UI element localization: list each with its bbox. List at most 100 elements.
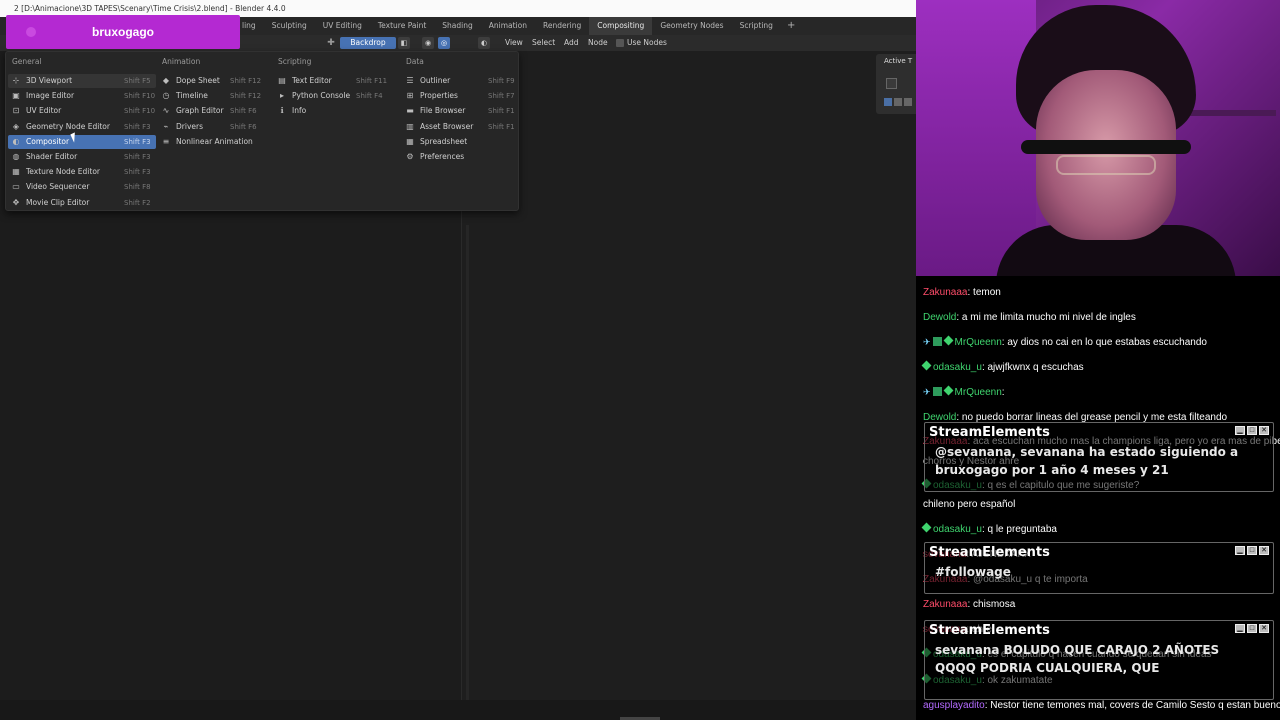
menu-item-graph-editor[interactable]: ∿ Graph Editor Shift F6: [158, 104, 270, 118]
menu-item-info[interactable]: ℹ Info: [274, 104, 396, 118]
maximize-icon[interactable]: □: [1247, 426, 1257, 435]
menu-column-heading: Scripting: [278, 57, 312, 66]
dope-sheet-icon: ◆: [162, 76, 170, 85]
menu-item-movie-clip-editor[interactable]: ✥ Movie Clip Editor Shift F2: [8, 196, 156, 210]
close-icon[interactable]: ✕: [1259, 426, 1269, 435]
workspace-tab-uv-editing[interactable]: UV Editing: [315, 17, 370, 35]
compositor-icon: ◐: [12, 136, 20, 146]
menu-item-geometry-node-editor[interactable]: ◈ Geometry Node Editor Shift F3: [8, 120, 156, 134]
menu-item-label: Drivers: [176, 121, 203, 131]
menu-column-heading: Animation: [162, 57, 201, 66]
workspace-tabs: ling Sculpting UV Editing Texture Paint Shad…: [234, 17, 801, 35]
menu-item-dope-sheet[interactable]: ◆ Dope Sheet Shift F12: [158, 74, 270, 88]
pin-icon[interactable]: ✚: [325, 37, 337, 49]
sub-badge-icon: [921, 360, 932, 371]
menu-item-outliner[interactable]: ☰ Outliner Shift F9: [402, 74, 520, 88]
sub-badge-icon: [943, 335, 953, 346]
text-editor-icon: ▤: [278, 76, 286, 85]
spreadsheet-icon: ▦: [406, 136, 414, 146]
sidebar-mode-icon-3[interactable]: [904, 98, 912, 106]
chat-username[interactable]: Dewold: [923, 312, 956, 323]
add-workspace-button[interactable]: +: [781, 17, 801, 35]
menu-item-nonlinear-animation[interactable]: ≡ Nonlinear Animation: [158, 135, 270, 149]
select-menu[interactable]: Select: [532, 37, 555, 49]
sidebar-mode-icon-2[interactable]: [894, 98, 902, 106]
menu-item-3d-viewport[interactable]: ⊹ 3D Viewport Shift F5: [8, 74, 156, 88]
chat-text: : a mi me limita mucho mi nivel de ingle…: [956, 312, 1136, 323]
chat-username[interactable]: agusplayadito: [923, 700, 985, 711]
nla-icon: ≡: [162, 136, 170, 146]
menu-item-python-console[interactable]: ▸ Python Console Shift F4: [274, 89, 396, 103]
vip-badge-icon: [932, 387, 942, 396]
workspace-tab-texture-paint[interactable]: Texture Paint: [370, 17, 434, 35]
sidebar-mode-icon[interactable]: [884, 98, 892, 106]
workspace-tab-compositing[interactable]: Compositing: [589, 17, 653, 35]
workspace-tab-scripting[interactable]: Scripting: [732, 17, 781, 35]
chat-message: ✈ MrQueenn: ay dios no cai en lo que esta…: [923, 335, 1207, 348]
chat-message: Dewold: a mi me limita mucho mi nivel de…: [923, 312, 1136, 323]
close-icon[interactable]: ✕: [1259, 624, 1269, 633]
sidebar-panel[interactable]: Active T: [876, 54, 916, 114]
add-menu[interactable]: Add: [564, 37, 579, 49]
menu-item-image-editor[interactable]: ▣ Image Editor Shift F10: [8, 89, 156, 103]
menu-item-compositor[interactable]: ◐ Compositor Shift F3: [8, 134, 156, 149]
menu-item-label: Image Editor: [26, 91, 75, 101]
streamelements-popup: StreamElements ▁ □ ✕ @sevanana, sevanana ha …: [924, 422, 1274, 492]
workspace-tab-rendering[interactable]: Rendering: [535, 17, 589, 35]
menu-item-text-editor[interactable]: ▤ Text Editor Shift F11: [274, 74, 396, 88]
chat-username[interactable]: Zakunaaa: [923, 287, 967, 298]
properties-icon: ⊞: [406, 91, 414, 101]
menu-item-label: Timeline: [176, 91, 208, 101]
drivers-icon: ⌁: [163, 121, 169, 131]
backdrop-button[interactable]: Backdrop: [340, 37, 396, 49]
use-nodes-checkbox[interactable]: [616, 39, 624, 47]
webcam-headset: [1021, 140, 1191, 154]
maximize-icon[interactable]: □: [1247, 624, 1257, 633]
menu-item-spreadsheet[interactable]: ▦ Spreadsheet: [402, 135, 520, 149]
menu-item-asset-browser[interactable]: ▥ Asset Browser Shift F1: [402, 120, 520, 134]
sidebar-tool-icon[interactable]: [886, 78, 897, 89]
asset-browser-icon: ▥: [406, 121, 414, 131]
chat-username[interactable]: MrQueenn: [955, 387, 1002, 398]
chat-username[interactable]: odasaku_u: [933, 524, 982, 535]
minimize-icon[interactable]: ▁: [1235, 426, 1245, 435]
workspace-tab-geometry-nodes[interactable]: Geometry Nodes: [652, 17, 731, 35]
popup-window-controls: ▁ □ ✕: [1235, 624, 1269, 634]
menu-item-uv-editor[interactable]: ⊡ UV Editor Shift F10: [8, 104, 156, 118]
menu-item-label: Text Editor: [292, 76, 332, 85]
menu-item-drivers[interactable]: ⌁ Drivers Shift F6: [158, 120, 270, 134]
view-menu[interactable]: View: [505, 37, 523, 49]
node-menu[interactable]: Node: [588, 37, 608, 49]
channels-icon[interactable]: ◧: [398, 37, 410, 49]
minimize-icon[interactable]: ▁: [1235, 546, 1245, 555]
menu-item-preferences[interactable]: ⚙ Preferences: [402, 150, 520, 164]
python-console-icon: ▸: [279, 91, 284, 101]
editor-type-icon[interactable]: ◐: [478, 37, 490, 49]
menu-item-shortcut: Shift F3: [124, 137, 151, 146]
file-browser-icon: ▬: [406, 106, 414, 116]
menu-item-label: Spreadsheet: [420, 136, 468, 146]
zoom-fit-icon[interactable]: ◉: [422, 37, 434, 49]
menu-item-properties[interactable]: ⊞ Properties Shift F7: [402, 89, 520, 103]
workspace-tab-animation[interactable]: Animation: [481, 17, 535, 35]
chat-username[interactable]: Zakunaaa: [923, 599, 967, 610]
chat-message: Zakunaaa: temon: [923, 287, 1001, 298]
menu-item-shortcut: Shift F10: [124, 107, 156, 116]
menu-item-shader-editor[interactable]: ◍ Shader Editor Shift F3: [8, 150, 156, 164]
maximize-icon[interactable]: □: [1247, 546, 1257, 555]
view-toggle-icon[interactable]: ◎: [438, 37, 450, 49]
menu-item-timeline[interactable]: ◷ Timeline Shift F12: [158, 89, 270, 103]
minimize-icon[interactable]: ▁: [1235, 624, 1245, 633]
menu-item-video-sequencer[interactable]: ▭ Video Sequencer Shift F8: [8, 180, 156, 194]
chat-username[interactable]: odasaku_u: [933, 362, 982, 373]
chat-username[interactable]: MrQueenn: [955, 337, 1002, 348]
chat-message: chileno pero español: [923, 499, 1015, 510]
workspace-tab-sculpting[interactable]: Sculpting: [264, 17, 315, 35]
close-icon[interactable]: ✕: [1259, 546, 1269, 555]
menu-item-file-browser[interactable]: ▬ File Browser Shift F1: [402, 104, 520, 118]
menu-item-texture-node-editor[interactable]: ▦ Texture Node Editor Shift F3: [8, 165, 156, 179]
menu-item-label: Asset Browser: [420, 121, 474, 131]
menu-item-label: Properties: [420, 91, 458, 101]
area-divider[interactable]: [466, 225, 469, 700]
workspace-tab-shading[interactable]: Shading: [434, 17, 480, 35]
